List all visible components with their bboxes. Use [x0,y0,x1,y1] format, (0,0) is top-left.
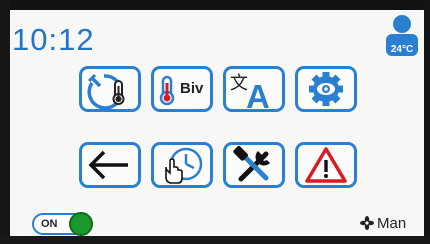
clock-hand-icon [165,147,203,184]
device-bezel-left [0,0,10,244]
outdoor-temperature-value: 24°C [390,44,414,55]
stopwatch-thermometer-icon [87,73,125,109]
menu-tile-temperature-timer[interactable] [79,66,141,112]
translate-icon: 文 A [230,73,270,109]
bivalence-label: Biv [180,80,204,97]
warning-icon [305,147,347,183]
outdoor-temperature-indicator: 24°C [383,14,421,58]
power-toggle-label: ON [41,218,58,230]
arrow-left-icon [88,150,128,180]
power-toggle[interactable]: ON [32,212,93,236]
menu-tile-alarms[interactable] [295,142,357,188]
menu-tile-language[interactable]: 文 A [223,66,285,112]
device-bezel-top [0,0,430,10]
time-display: 10:12 [12,22,95,57]
power-toggle-knob [69,212,93,236]
menu-tile-back[interactable] [79,142,141,188]
display-screen: 10:12 24°C Biv 文 A ON Man [10,10,424,236]
gear-eye-icon [309,72,343,106]
mode-label: Man [377,215,407,232]
menu-tile-view[interactable] [295,66,357,112]
svg-text:A: A [246,78,270,109]
menu-tile-schedule[interactable] [151,142,213,188]
device-bezel-bottom [0,236,430,244]
menu-tile-service-tools[interactable] [223,142,285,188]
fan-icon [360,216,374,230]
tools-icon [233,146,270,182]
device-bezel-right [424,0,430,244]
menu-tile-bivalence[interactable]: Biv [151,66,213,112]
